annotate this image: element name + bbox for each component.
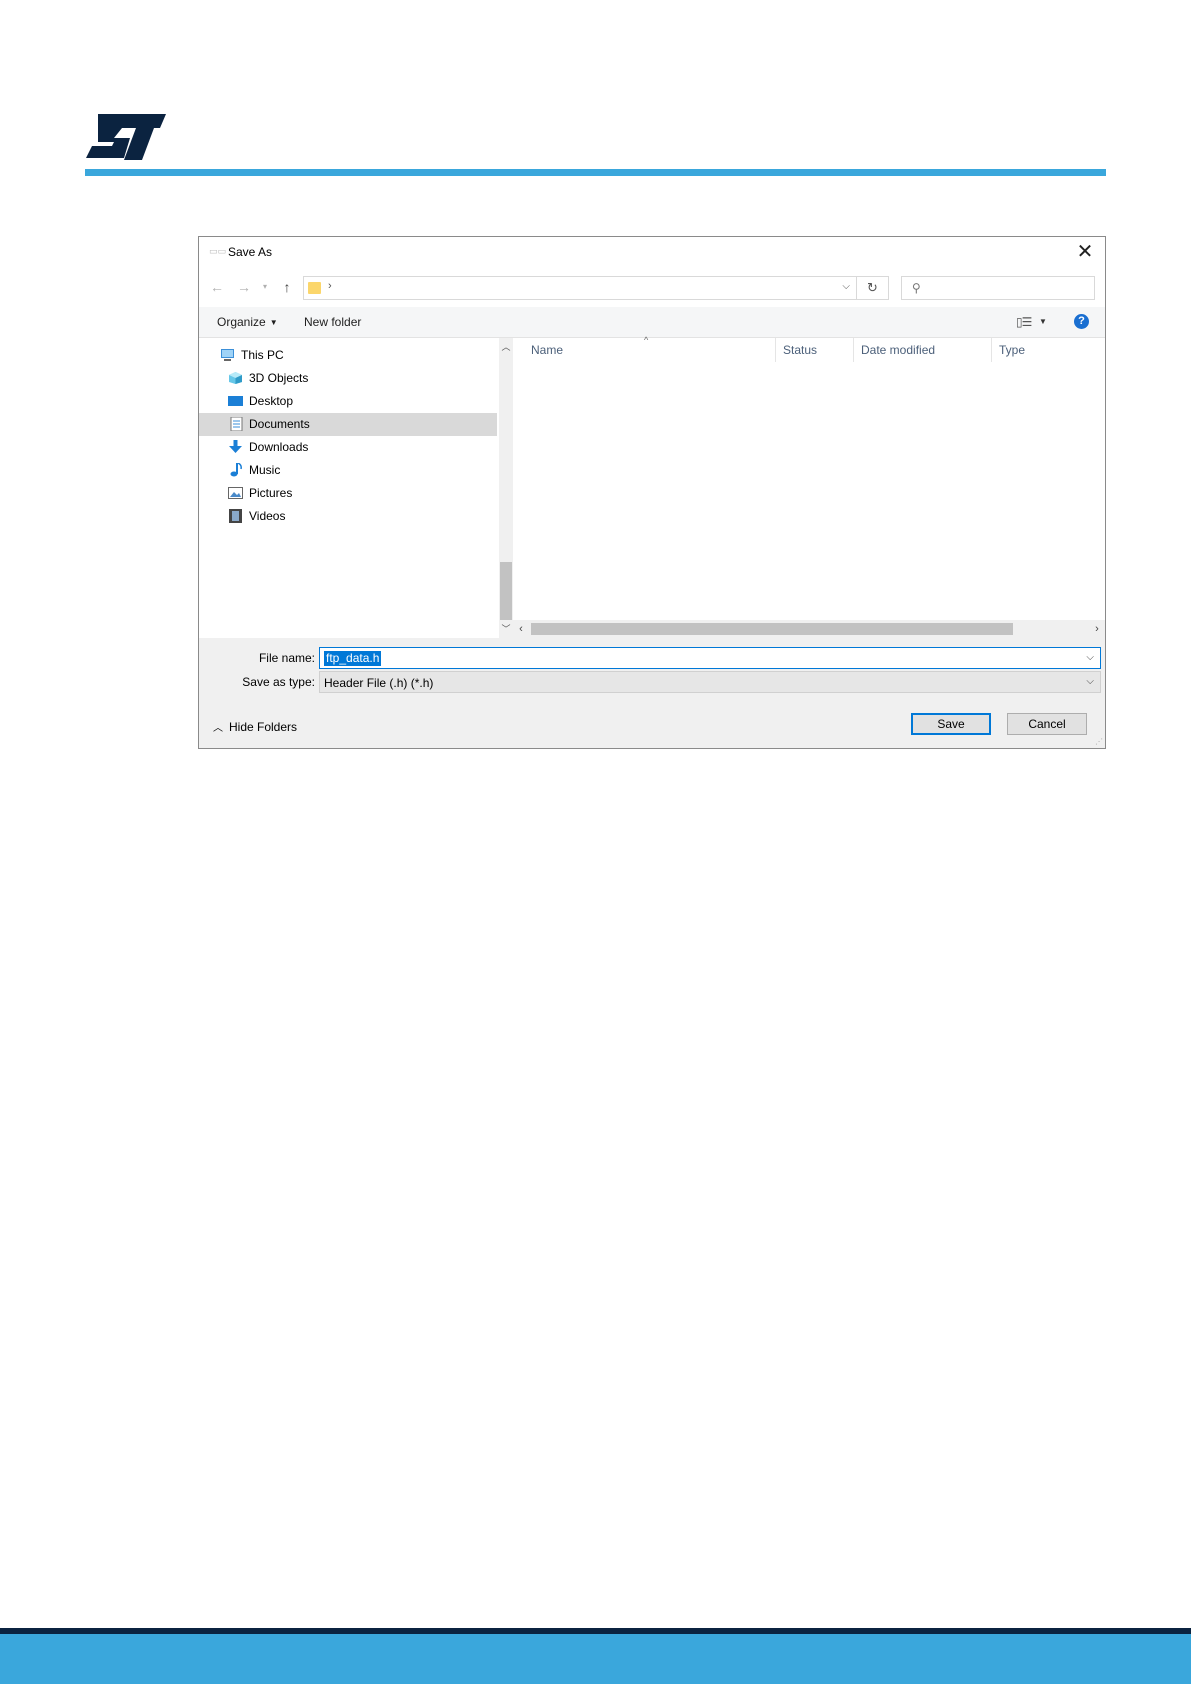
save-button[interactable]: Save bbox=[911, 713, 991, 735]
st-logo bbox=[86, 114, 166, 160]
address-separator: › bbox=[328, 280, 332, 292]
forward-arrow-icon[interactable]: → bbox=[234, 277, 254, 297]
scroll-down-icon[interactable]: ﹀ bbox=[499, 622, 513, 636]
documents-icon bbox=[230, 417, 243, 431]
resize-grip-icon[interactable]: ⋰ bbox=[1095, 737, 1103, 746]
tree-item-music[interactable]: Music bbox=[199, 459, 497, 482]
scrollbar-thumb[interactable] bbox=[531, 623, 1013, 635]
title-bar: ▭▭ Save As ✕ bbox=[199, 237, 1105, 267]
app-icon: ▭▭ bbox=[209, 246, 227, 256]
tree-item-label: Videos bbox=[249, 509, 286, 523]
caret-down-icon[interactable]: ▼ bbox=[1039, 317, 1047, 326]
navigation-scrollbar[interactable]: ︿ ﹀ bbox=[499, 338, 513, 638]
column-header-name[interactable]: Name bbox=[531, 338, 563, 362]
column-header-type[interactable]: Type bbox=[999, 338, 1025, 362]
file-name-value: ftp_data.h bbox=[324, 651, 382, 666]
organize-button[interactable]: Organize ▼ bbox=[217, 315, 278, 329]
file-list-scrollbar[interactable]: ‹ › bbox=[513, 620, 1105, 638]
save-as-dialog: ▭▭ Save As ✕ ← → ▾ ↑ › ⌵ ↻ ⚲ Organize ▼ N… bbox=[198, 236, 1106, 749]
dialog-title: Save As bbox=[228, 245, 273, 259]
search-input[interactable]: ⚲ bbox=[901, 276, 1095, 300]
chevron-down-icon[interactable]: ⌵ bbox=[1086, 676, 1094, 687]
tree-item-label: This PC bbox=[241, 348, 284, 362]
file-name-input[interactable]: ftp_data.h ⌵ bbox=[319, 647, 1101, 669]
chevron-up-icon: ︿ bbox=[213, 723, 223, 734]
search-icon: ⚲ bbox=[912, 281, 921, 295]
close-icon: ✕ bbox=[1076, 241, 1094, 263]
pictures-icon bbox=[228, 487, 243, 499]
download-arrow-icon bbox=[229, 440, 242, 453]
tree-item-label: Music bbox=[249, 463, 281, 477]
scrollbar-thumb[interactable] bbox=[500, 562, 512, 620]
new-folder-button[interactable]: New folder bbox=[304, 315, 361, 329]
file-name-label: File name: bbox=[258, 651, 315, 665]
tree-item-documents[interactable]: Documents bbox=[199, 413, 497, 436]
computer-icon bbox=[221, 349, 234, 361]
refresh-icon: ↻ bbox=[867, 280, 878, 295]
scroll-left-icon[interactable]: ‹ bbox=[513, 620, 529, 638]
scroll-right-icon[interactable]: › bbox=[1089, 620, 1105, 638]
tree-item-pictures[interactable]: Pictures bbox=[199, 482, 497, 505]
column-header-status[interactable]: Status bbox=[783, 338, 817, 362]
tree-item-label: Documents bbox=[249, 417, 310, 431]
folder-icon bbox=[308, 282, 321, 294]
hide-folders-button[interactable]: ︿ Hide Folders bbox=[213, 719, 297, 734]
file-list: ^ Name Status Date modified Type bbox=[513, 335, 1105, 638]
tree-item-this-pc[interactable]: This PC bbox=[199, 344, 497, 367]
chevron-down-icon[interactable]: ⌵ bbox=[842, 281, 850, 292]
save-as-type-select[interactable]: Header File (.h) (*.h) ⌵ bbox=[319, 671, 1101, 693]
music-note-icon bbox=[230, 463, 242, 477]
save-as-type-label: Save as type: bbox=[242, 675, 315, 689]
refresh-button[interactable]: ↻ bbox=[857, 276, 889, 300]
chevron-down-icon[interactable]: ⌵ bbox=[1086, 652, 1094, 663]
scroll-up-icon[interactable]: ︿ bbox=[499, 340, 513, 354]
tree-item-downloads[interactable]: Downloads bbox=[199, 436, 497, 459]
tree-item-videos[interactable]: Videos bbox=[199, 505, 497, 528]
view-options-icon[interactable]: ▯☰ bbox=[1016, 315, 1032, 329]
up-arrow-icon[interactable]: ↑ bbox=[277, 277, 297, 297]
cancel-button[interactable]: Cancel bbox=[1007, 713, 1087, 735]
close-button[interactable]: ✕ bbox=[1065, 237, 1105, 267]
column-divider[interactable] bbox=[853, 338, 854, 362]
column-divider[interactable] bbox=[991, 338, 992, 362]
column-divider[interactable] bbox=[775, 338, 776, 362]
address-bar[interactable]: › ⌵ bbox=[303, 276, 857, 300]
tree-item-3d-objects[interactable]: 3D Objects bbox=[199, 367, 497, 390]
film-icon bbox=[229, 509, 242, 523]
back-arrow-icon[interactable]: ← bbox=[207, 277, 227, 297]
navigation-bar: ← → ▾ ↑ › ⌵ ↻ ⚲ bbox=[199, 267, 1105, 307]
footer-band bbox=[0, 1634, 1191, 1684]
tree-item-desktop[interactable]: Desktop bbox=[199, 390, 497, 413]
command-bar: Organize ▼ New folder ▯☰ ▼ ? bbox=[199, 307, 1105, 338]
desktop-icon bbox=[228, 396, 243, 406]
tree-item-label: Downloads bbox=[249, 440, 309, 454]
tree-item-label: Desktop bbox=[249, 394, 294, 408]
header-rule bbox=[85, 169, 1106, 176]
tree-item-label: 3D Objects bbox=[249, 371, 309, 385]
help-icon[interactable]: ? bbox=[1074, 314, 1089, 329]
cube-icon bbox=[229, 372, 242, 384]
caret-down-icon: ▼ bbox=[269, 318, 278, 327]
recent-locations-chevron-icon[interactable]: ▾ bbox=[255, 277, 275, 297]
navigation-pane: This PC 3D Objects Desktop Documents Dow… bbox=[199, 338, 499, 638]
save-as-type-value: Header File (.h) (*.h) bbox=[324, 676, 434, 690]
tree-item-label: Pictures bbox=[249, 486, 293, 500]
column-header-date-modified[interactable]: Date modified bbox=[861, 338, 935, 362]
sort-ascending-icon: ^ bbox=[644, 335, 649, 345]
